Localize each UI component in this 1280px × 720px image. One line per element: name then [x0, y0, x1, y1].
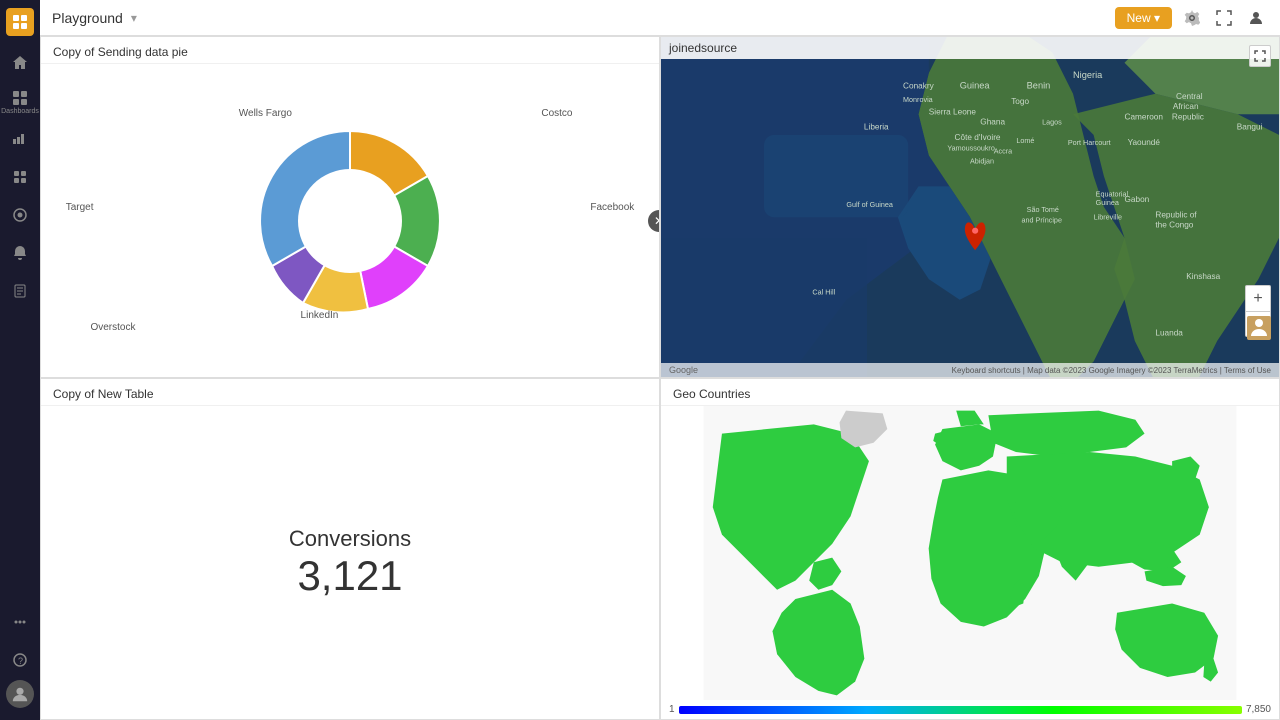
svg-text:Conakry: Conakry [903, 82, 935, 91]
svg-text:Republic: Republic [1172, 112, 1204, 121]
label-facebook: Facebook [590, 202, 634, 213]
map-title-bar: joinedsource [661, 37, 1279, 59]
svg-text:Gulf of Guinea: Gulf of Guinea [846, 200, 892, 209]
geo-countries-panel: Geo Countries [660, 378, 1280, 720]
zoom-in-button[interactable]: + [1245, 285, 1271, 311]
google-logo: Google [669, 365, 698, 375]
svg-text:Cameroon: Cameroon [1125, 112, 1164, 121]
svg-text:Monrovia: Monrovia [903, 95, 933, 104]
sidebar-item-charts[interactable] [2, 122, 38, 158]
pie-chart-panel: Copy of Sending data pie ✕ Wells Fargo C… [40, 36, 660, 378]
satellite-map-bg: Guinea Sierra Leone Côte d'Ivoire Ghana … [661, 37, 1279, 377]
user-menu-icon[interactable] [1244, 6, 1268, 30]
metric-value: 3,121 [297, 552, 402, 600]
new-button[interactable]: New ▾ [1115, 7, 1172, 29]
svg-text:Libreville: Libreville [1094, 212, 1122, 221]
svg-text:Yamoussoukro: Yamoussoukro [947, 143, 995, 152]
sidebar-item-reports[interactable] [2, 274, 38, 310]
sidebar-item-alerts[interactable] [2, 236, 38, 272]
svg-text:Lagos: Lagos [1042, 118, 1062, 127]
sidebar-item-more[interactable] [2, 604, 38, 640]
svg-text:Kinshasa: Kinshasa [1186, 272, 1220, 281]
pie-chart-title: Copy of Sending data pie [41, 37, 659, 64]
label-overstock: Overstock [90, 322, 135, 333]
svg-text:Sierra Leone: Sierra Leone [929, 107, 977, 116]
page-title: Playground [52, 10, 123, 26]
dashboards-label: Dashboards [1, 108, 39, 115]
svg-text:Nigeria: Nigeria [1073, 70, 1103, 80]
svg-text:Benin: Benin [1027, 81, 1051, 91]
svg-text:Côte d'Ivoire: Côte d'Ivoire [955, 133, 1001, 142]
map-panel: joinedsource [660, 36, 1280, 378]
settings-icon[interactable] [1180, 6, 1204, 30]
app-logo[interactable] [6, 8, 34, 36]
sidebar: Dashboards ? [0, 0, 40, 720]
sidebar-item-help[interactable]: ? [2, 642, 38, 678]
world-map-container: 1 7,850 [661, 406, 1279, 719]
svg-text:Liberia: Liberia [864, 123, 889, 132]
pie-chart-content: ✕ Wells Fargo Costco Facebook LinkedIn O… [41, 64, 659, 377]
svg-text:Yaoundé: Yaoundé [1128, 138, 1161, 147]
map-expand-button[interactable] [1249, 45, 1271, 67]
svg-text:Abidjan: Abidjan [970, 157, 994, 166]
svg-text:Bangui: Bangui [1237, 123, 1263, 132]
topbar-icons [1180, 6, 1268, 30]
svg-text:Cal Hill: Cal Hill [812, 288, 835, 297]
main-area: Playground ▾ New ▾ Copy of Sending data … [40, 0, 1280, 720]
geo-countries-title: Geo Countries [661, 379, 1279, 406]
svg-text:?: ? [18, 656, 23, 666]
geo-footer: 1 7,850 [661, 700, 1279, 719]
svg-text:Guinea: Guinea [1096, 198, 1119, 207]
street-view-icon[interactable] [1247, 316, 1271, 345]
svg-text:Lomé: Lomé [1016, 136, 1034, 145]
satellite-svg: Guinea Sierra Leone Côte d'Ivoire Ghana … [661, 37, 1279, 377]
dashboard-grid: Copy of Sending data pie ✕ Wells Fargo C… [40, 36, 1280, 720]
svg-text:Gabon: Gabon [1125, 195, 1150, 204]
svg-text:Republic of: Republic of [1155, 210, 1197, 219]
pie-container: Wells Fargo Costco Facebook LinkedIn Ove… [41, 64, 659, 377]
metric-panel: Copy of New Table Conversions 3,121 [40, 378, 660, 720]
label-target: Target [66, 202, 94, 213]
donut-svg [230, 91, 470, 351]
maximize-icon[interactable] [1212, 6, 1236, 30]
topbar: Playground ▾ New ▾ [40, 0, 1280, 36]
svg-text:African: African [1173, 102, 1199, 111]
geo-color-scale [679, 706, 1242, 714]
world-map-svg [661, 406, 1279, 700]
metric-content: Conversions 3,121 [41, 406, 659, 719]
geo-scale-max: 7,850 [1246, 704, 1271, 715]
map-footer: Google Keyboard shortcuts | Map data ©20… [661, 363, 1279, 377]
user-avatar[interactable] [6, 680, 34, 708]
svg-text:Ghana: Ghana [980, 118, 1005, 127]
metric-label: Conversions [289, 526, 411, 552]
svg-text:and Príncipe: and Príncipe [1022, 215, 1062, 224]
map-attribution: Keyboard shortcuts | Map data ©2023 Goog… [952, 366, 1271, 375]
svg-text:São Tomé: São Tomé [1027, 205, 1059, 214]
svg-text:Togo: Togo [1011, 97, 1029, 106]
geo-scale-min: 1 [669, 704, 675, 715]
svg-text:the Congo: the Congo [1155, 221, 1193, 230]
sidebar-item-queries[interactable] [2, 198, 38, 234]
label-costco: Costco [541, 108, 572, 119]
svg-text:Guinea: Guinea [960, 81, 991, 91]
metric-panel-title: Copy of New Table [41, 379, 659, 406]
sidebar-item-home[interactable] [2, 46, 38, 82]
svg-text:Luanda: Luanda [1155, 329, 1183, 338]
sidebar-item-dashboards[interactable]: Dashboards [2, 84, 38, 120]
title-chevron[interactable]: ▾ [131, 11, 137, 25]
map-title: joinedsource [669, 41, 737, 55]
svg-text:Central: Central [1176, 92, 1203, 101]
svg-text:Port Harcourt: Port Harcourt [1068, 138, 1111, 147]
svg-text:Accra: Accra [994, 146, 1012, 155]
sidebar-item-widgets[interactable] [2, 160, 38, 196]
